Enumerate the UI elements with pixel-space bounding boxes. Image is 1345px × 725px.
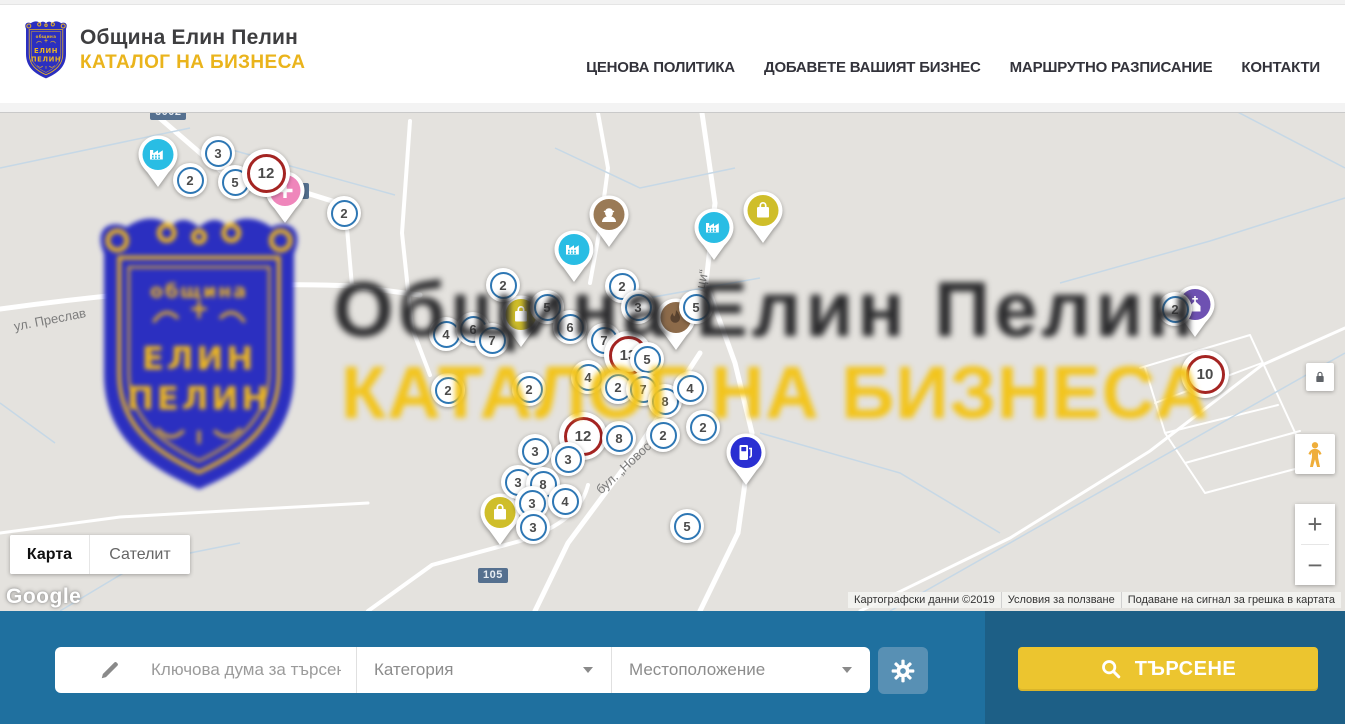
zoom-in-button[interactable]: + [1295,504,1335,544]
search-panel: Категория Местоположение [55,647,870,693]
cluster-marker[interactable]: 7 [475,323,509,357]
pin-marker-fuel[interactable] [724,432,768,488]
lock-icon [1312,369,1328,385]
pencil-icon [99,659,121,681]
site-subtitle: КАТАЛОГ НА БИЗНЕСА [80,52,305,74]
cluster-marker[interactable]: 2 [431,373,465,407]
search-icon [1100,658,1122,680]
cluster-marker[interactable]: 2 [512,372,546,406]
cluster-marker[interactable]: 3 [551,442,585,476]
cluster-marker[interactable]: 2 [1158,292,1192,326]
search-submit-button[interactable]: ТЪРСЕНЕ [1018,647,1318,691]
nav-item-contacts[interactable]: КОНТАКТИ [1241,59,1320,76]
map-attribution: Картографски данни ©2019 Условия за полз… [848,592,1341,608]
cluster-marker[interactable]: 3 [518,434,552,468]
cluster-marker[interactable]: 5 [670,509,704,543]
site-header: Община Елин Пелин КАТАЛОГ НА БИЗНЕСА ЦЕН… [0,5,1345,103]
category-select[interactable]: Категория [357,647,612,693]
location-select[interactable]: Местоположение [612,647,870,693]
location-select-label: Местоположение [629,660,765,680]
pegman-icon [1301,440,1329,468]
search-bar-section: Категория Местоположение [0,611,1345,724]
road-badge: 105 [478,568,508,583]
google-logo[interactable]: Google [6,585,81,609]
site-title: Община Елин Пелин [80,26,305,50]
cluster-marker[interactable]: 5 [679,290,713,324]
site-logo[interactable]: Община Елин Пелин КАТАЛОГ НА БИЗНЕСА [22,20,305,80]
pin-marker-factory[interactable] [692,207,736,263]
chevron-down-icon [842,667,852,673]
nav-item-pricing[interactable]: ЦЕНОВА ПОЛИТИКА [586,59,735,76]
advanced-search-settings-button[interactable] [878,647,928,694]
cluster-marker[interactable]: 4 [571,360,605,394]
keyword-segment [55,647,357,693]
street-view-pegman-button[interactable] [1295,434,1335,474]
zoom-out-button[interactable]: − [1295,545,1335,585]
search-button-label: ТЪРСЕНЕ [1135,658,1237,681]
nav-item-route-schedule[interactable]: МАРШРУТНО РАЗПИСАНИЕ [1010,59,1213,76]
cluster-marker[interactable]: 8 [602,421,636,455]
map-type-satellite-button[interactable]: Сателит [90,535,190,574]
cluster-marker[interactable]: 2 [173,163,207,197]
attribution-report-error-link[interactable]: Подаване на сигнал за грешка в картата [1121,592,1341,608]
category-select-label: Категория [374,660,453,680]
attribution-copyright: Картографски данни ©2019 [848,592,1001,608]
map-lock-button[interactable] [1306,363,1334,391]
cluster-marker[interactable]: 3 [516,510,550,544]
zoom-control: + − [1295,504,1335,585]
nav-item-add-business[interactable]: ДОБАВЕТЕ ВАШИЯТ БИЗНЕС [764,59,981,76]
gear-icon [890,658,916,684]
attribution-terms-link[interactable]: Условия за ползване [1001,592,1121,608]
cluster-marker[interactable]: 2 [327,196,361,230]
road-badge: 6002 [150,113,186,120]
map-type-map-button[interactable]: Карта [10,535,90,574]
map-type-control: Карта Сателит [10,535,190,574]
cluster-marker[interactable]: 12 [242,149,290,197]
keyword-search-input[interactable] [151,660,341,680]
cluster-marker[interactable]: 2 [686,410,720,444]
pin-marker-worker[interactable] [587,194,631,250]
cluster-marker[interactable]: 10 [1181,350,1229,398]
main-nav: ЦЕНОВА ПОЛИТИКА ДОБАВЕТЕ ВАШИЯТ БИЗНЕС М… [586,59,1320,76]
chevron-down-icon [583,667,593,673]
pin-marker-bag[interactable] [741,190,785,246]
cluster-marker[interactable]: 5 [630,342,664,376]
cluster-marker[interactable]: 4 [548,484,582,518]
municipality-crest-icon [22,20,70,80]
cluster-marker[interactable]: 6 [553,310,587,344]
cluster-marker[interactable]: 3 [621,290,655,324]
cluster-marker[interactable]: 2 [486,268,520,302]
cluster-marker[interactable]: 2 [646,418,680,452]
google-map-canvas[interactable]: ул. Преславбул. „Новоселци“6002105 [0,113,1345,611]
header-divider [0,103,1345,113]
cluster-marker[interactable]: 4 [673,371,707,405]
